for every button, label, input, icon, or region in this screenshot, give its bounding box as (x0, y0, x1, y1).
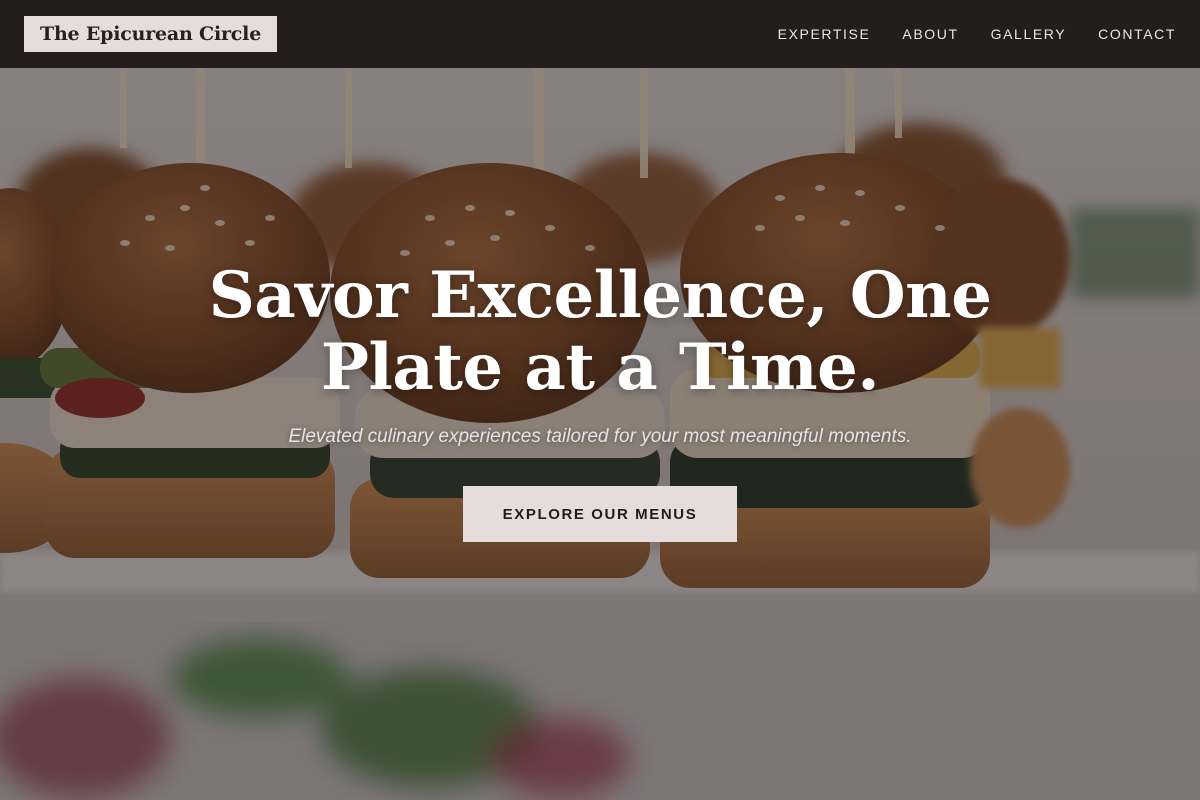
site-header: The Epicurean Circle EXPERTISE ABOUT GAL… (0, 0, 1200, 68)
main-nav: EXPERTISE ABOUT GALLERY CONTACT (778, 26, 1176, 42)
nav-link-gallery[interactable]: GALLERY (991, 26, 1067, 42)
nav-link-contact[interactable]: CONTACT (1098, 26, 1176, 42)
brand-logo[interactable]: The Epicurean Circle (24, 16, 278, 52)
nav-link-about[interactable]: ABOUT (902, 26, 958, 42)
hero-headline: Savor Excellence, One Plate at a Time. (208, 258, 992, 405)
nav-link-expertise[interactable]: EXPERTISE (778, 26, 871, 42)
hero-subheadline: Elevated culinary experiences tailored f… (288, 426, 912, 447)
hero-section: Savor Excellence, One Plate at a Time. E… (0, 68, 1200, 800)
explore-menus-button[interactable]: EXPLORE OUR MENUS (463, 486, 737, 542)
